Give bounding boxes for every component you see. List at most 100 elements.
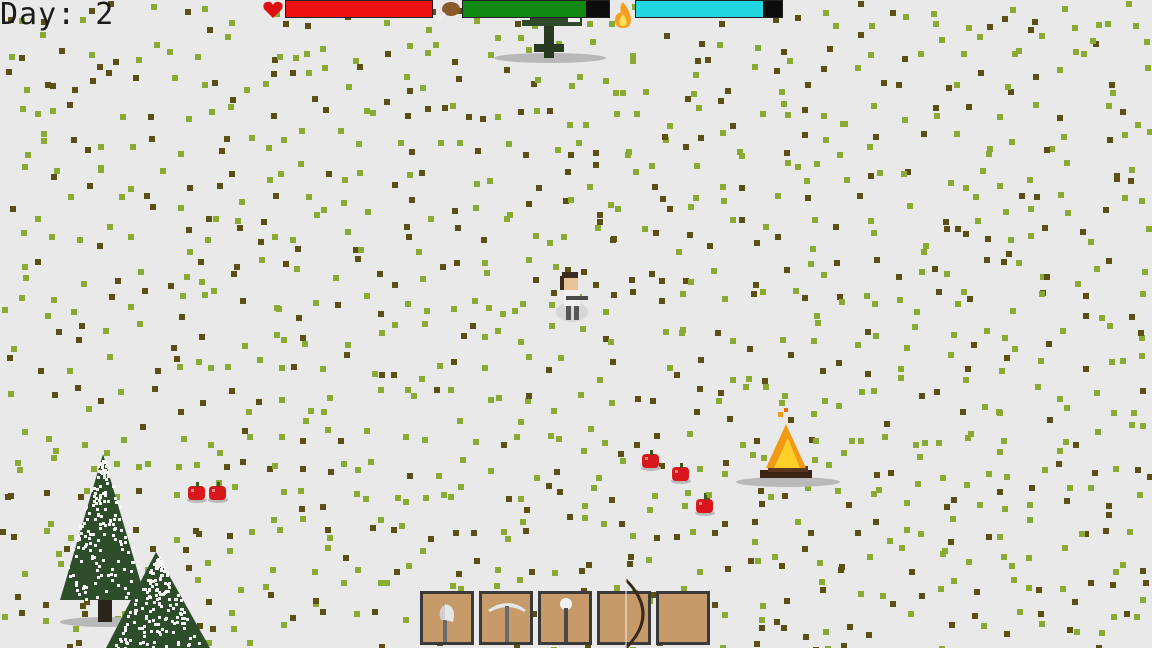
grass-speck <box>384 580 390 586</box>
grass-speck <box>86 406 92 412</box>
grass-speck <box>1063 439 1069 445</box>
grass-speck <box>392 322 398 328</box>
grass-speck <box>907 203 913 209</box>
grass-speck <box>795 164 801 170</box>
hotbar-slot-2[interactable] <box>479 591 533 645</box>
grass-speck <box>187 249 193 255</box>
grass-speck <box>752 64 758 70</box>
grass-speck <box>1140 291 1146 297</box>
grass-speck <box>680 291 686 297</box>
grass-speck <box>593 282 599 288</box>
grass-speck <box>15 594 21 600</box>
grass-speck <box>452 208 458 214</box>
apple[interactable] <box>207 481 229 503</box>
grass-speck <box>345 229 351 235</box>
grass-speck <box>625 152 631 158</box>
grass-speck <box>526 257 532 263</box>
grass-speck <box>1074 629 1080 635</box>
grass-speck <box>781 49 787 55</box>
grass-speck <box>137 321 143 327</box>
grass-speck <box>534 475 540 481</box>
grass-speck <box>404 224 410 230</box>
grass-speck <box>312 96 318 102</box>
grass-speck <box>424 308 430 314</box>
apple[interactable] <box>640 449 662 471</box>
grass-speck <box>25 152 31 158</box>
hotbar-slot-3[interactable] <box>538 591 592 645</box>
grass-speck <box>19 55 25 61</box>
grass-speck <box>495 328 501 334</box>
grass-speck <box>939 37 945 43</box>
grass-speck <box>212 80 218 86</box>
grass-speck <box>936 289 942 295</box>
grass-speck <box>782 393 788 399</box>
grass-speck <box>1010 7 1016 13</box>
hotbar-slot-1[interactable] <box>420 591 474 645</box>
grass-speck <box>419 376 425 382</box>
grass-speck <box>754 641 760 647</box>
grass-speck <box>82 442 88 448</box>
grass-speck <box>921 131 927 137</box>
grass-speck <box>630 53 636 59</box>
grass-speck <box>121 437 127 443</box>
grass-speck <box>453 530 459 536</box>
grass-speck <box>1099 630 1105 636</box>
grass-speck <box>760 111 766 117</box>
grass-speck <box>793 288 799 294</box>
hotbar-slot-4[interactable] <box>597 578 651 648</box>
grass-speck <box>687 431 693 437</box>
grass-speck <box>119 194 125 200</box>
grass-speck <box>688 204 694 210</box>
grass-speck <box>748 558 754 564</box>
grass-speck <box>474 181 480 187</box>
grass-speck <box>198 259 204 265</box>
grass-speck <box>208 365 214 371</box>
grass-speck <box>281 489 287 495</box>
grass-speck <box>855 342 861 348</box>
snowy-pine-tree[interactable] <box>106 552 216 648</box>
grass-speck <box>450 103 456 109</box>
grass-speck <box>507 212 513 218</box>
grass-speck <box>300 438 306 444</box>
grass-speck <box>674 534 680 540</box>
campfire[interactable] <box>732 408 842 488</box>
grass-speck <box>730 217 736 223</box>
grass-speck <box>997 534 1003 540</box>
grass-speck <box>627 561 633 567</box>
apple[interactable] <box>186 481 208 503</box>
grass-speck <box>814 313 820 319</box>
grass-speck <box>608 202 614 208</box>
grass-speck <box>1080 229 1086 235</box>
grass-speck <box>529 569 535 575</box>
apple[interactable] <box>694 494 716 516</box>
grass-speck <box>258 239 264 245</box>
grass-speck <box>1010 308 1016 314</box>
grass-speck <box>815 320 821 326</box>
grass-speck <box>751 291 757 297</box>
grass-speck <box>697 569 703 575</box>
grass-speck <box>54 168 60 174</box>
grass-speck <box>977 34 983 40</box>
grass-speck <box>1073 442 1079 448</box>
grass-speck <box>833 23 839 29</box>
grass-speck <box>239 199 245 205</box>
grass-speck <box>15 460 21 466</box>
grass-speck <box>615 206 621 212</box>
grass-speck <box>768 494 774 500</box>
grass-speck <box>279 397 285 403</box>
grass-speck <box>593 162 599 168</box>
hotbar-slot-5[interactable] <box>656 591 710 645</box>
player-character[interactable] <box>552 270 592 330</box>
grass-speck <box>370 525 376 531</box>
grass-speck <box>986 151 992 157</box>
grass-speck <box>290 615 296 621</box>
apple[interactable] <box>670 462 692 484</box>
grass-speck <box>219 148 225 154</box>
grass-speck <box>944 271 950 277</box>
grass-speck <box>1147 129 1152 135</box>
grass-speck <box>719 21 725 27</box>
grass-speck <box>1016 260 1022 266</box>
grass-speck <box>406 563 412 569</box>
grass-speck <box>663 329 669 335</box>
grass-speck <box>457 418 463 424</box>
